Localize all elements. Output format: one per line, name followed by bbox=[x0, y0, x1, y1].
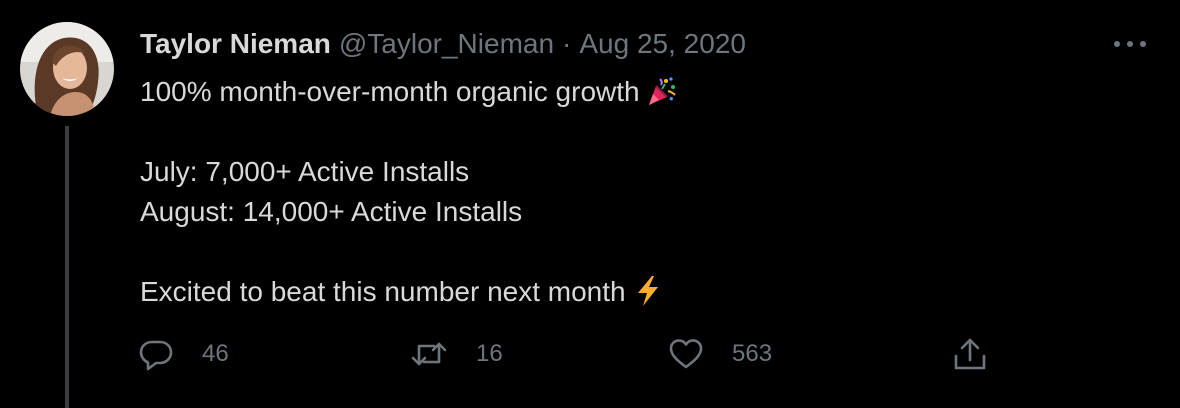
thread-line bbox=[65, 126, 69, 408]
author-name[interactable]: Taylor Nieman bbox=[140, 26, 331, 62]
tweet-text: 100% month-over-month organic growth Jul… bbox=[140, 72, 1100, 312]
author-handle[interactable]: @Taylor_Nieman bbox=[339, 26, 554, 62]
header-separator: · bbox=[562, 28, 572, 59]
retweet-icon bbox=[410, 336, 448, 372]
reply-bubble-icon bbox=[138, 336, 174, 372]
more-horizontal-icon bbox=[1114, 41, 1120, 47]
tweet-line: 100% month-over-month organic growth bbox=[140, 72, 1100, 112]
share-button[interactable] bbox=[952, 334, 988, 374]
tweet-date[interactable]: Aug 25, 2020 bbox=[579, 26, 746, 62]
avatar-photo bbox=[20, 22, 114, 116]
more-options-button[interactable] bbox=[1114, 38, 1146, 50]
tweet[interactable]: Taylor Nieman @Taylor_Nieman · Aug 25, 2… bbox=[0, 0, 1180, 408]
retweet-button[interactable]: 16 bbox=[410, 334, 503, 374]
like-button[interactable]: 563 bbox=[668, 334, 772, 374]
like-count: 563 bbox=[732, 340, 773, 367]
tweet-header: Taylor Nieman @Taylor_Nieman · Aug 25, 2… bbox=[140, 26, 746, 62]
tweet-line: August: 14,000+ Active Installs bbox=[140, 196, 523, 227]
heart-icon bbox=[668, 336, 704, 372]
retweet-count: 16 bbox=[476, 340, 503, 367]
avatar[interactable] bbox=[20, 22, 114, 116]
lightning-bolt-icon bbox=[632, 275, 664, 318]
tweet-line: July: 7,000+ Active Installs bbox=[140, 156, 470, 187]
share-icon bbox=[952, 336, 988, 372]
tweet-line: Excited to beat this number next month bbox=[140, 272, 1100, 312]
party-popper-icon bbox=[646, 75, 678, 118]
reply-count: 46 bbox=[202, 340, 229, 367]
reply-button[interactable]: 46 bbox=[138, 334, 229, 374]
